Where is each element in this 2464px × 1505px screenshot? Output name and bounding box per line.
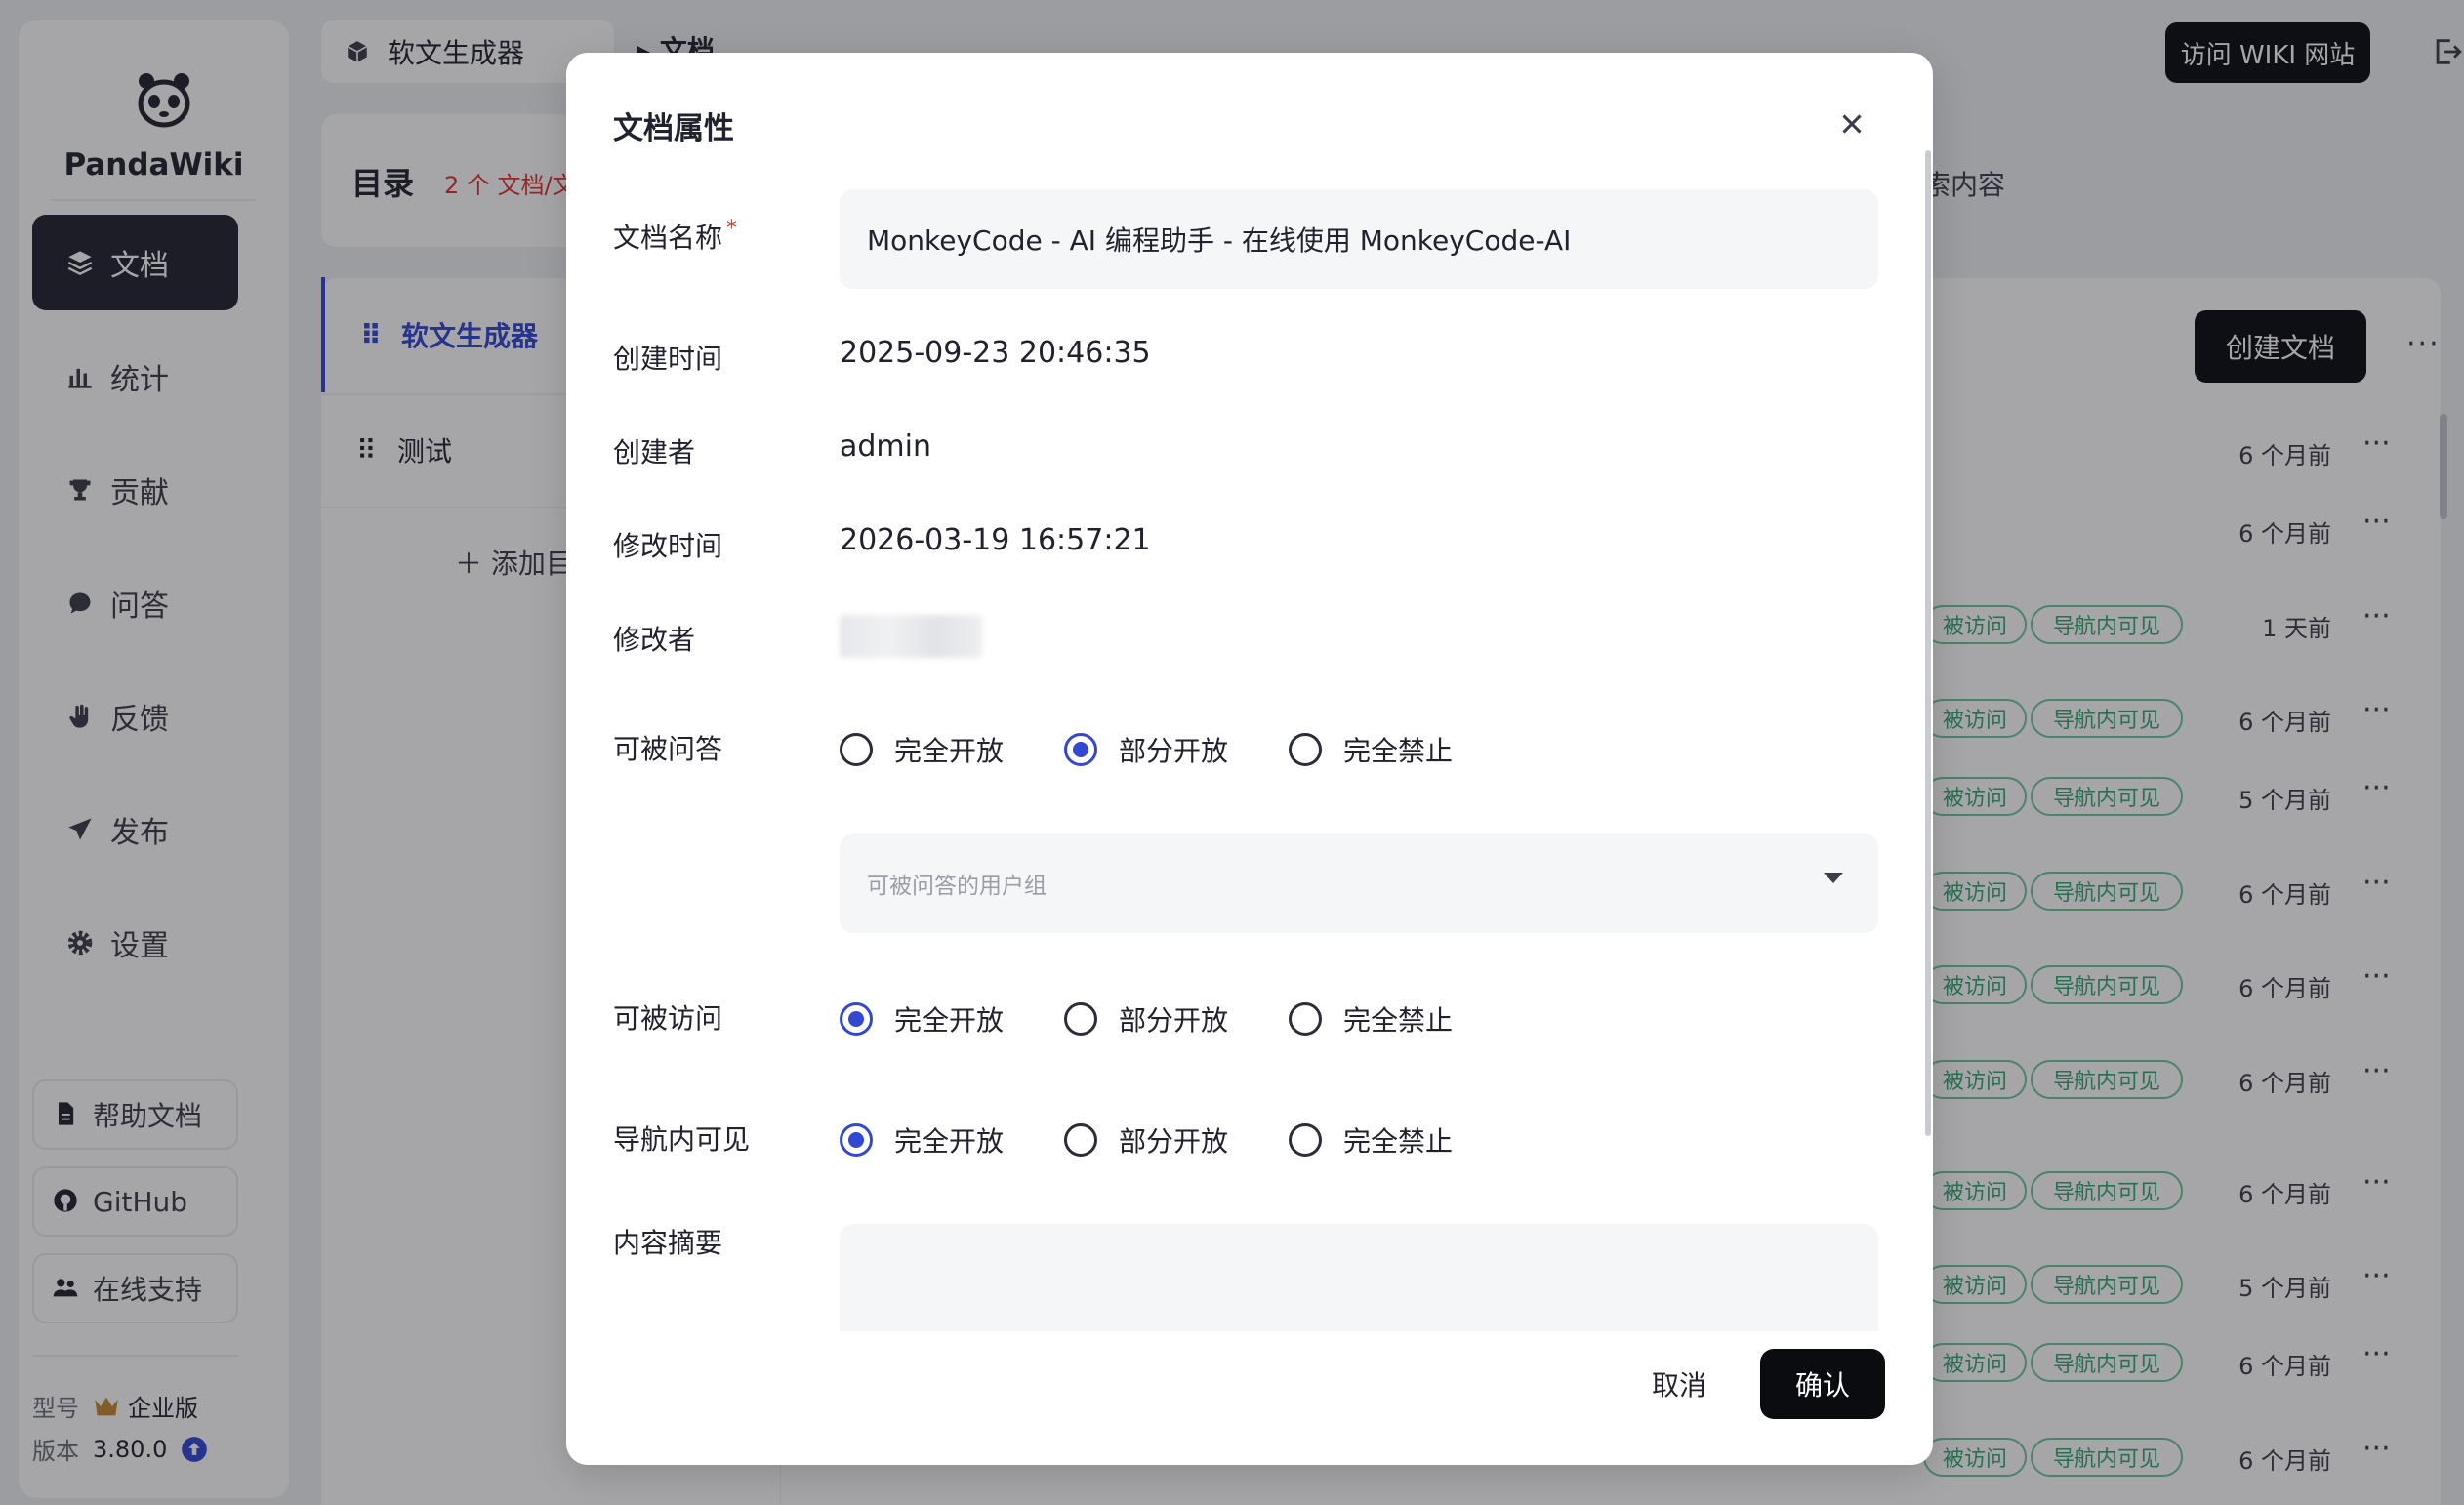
- qa-radio-group: 完全开放 部分开放 完全禁止: [840, 730, 1513, 769]
- created-value: 2025-09-23 20:46:35: [840, 336, 1151, 370]
- access-label: 可被访问: [613, 1002, 723, 1035]
- modifier-value-redacted: [840, 615, 982, 658]
- access-radio-partial[interactable]: 部分开放: [1064, 999, 1228, 1038]
- qa-radio-partial[interactable]: 部分开放: [1064, 730, 1228, 769]
- nav-radio-forbid[interactable]: 完全禁止: [1289, 1120, 1453, 1159]
- nav-radio-group: 完全开放 部分开放 完全禁止: [840, 1120, 1513, 1159]
- nav-visible-label: 导航内可见: [613, 1123, 751, 1156]
- creator-value: admin: [840, 429, 931, 464]
- dialog-title: 文档属性: [613, 111, 734, 146]
- created-label: 创建时间: [613, 343, 723, 375]
- qa-label: 可被问答: [613, 733, 723, 765]
- name-label: 文档名称 *: [613, 217, 738, 254]
- modified-value: 2026-03-19 16:57:21: [840, 523, 1151, 557]
- qa-radio-open[interactable]: 完全开放: [840, 730, 1004, 769]
- qa-radio-forbid[interactable]: 完全禁止: [1289, 730, 1453, 769]
- access-radio-group: 完全开放 部分开放 完全禁止: [840, 999, 1513, 1038]
- access-radio-forbid[interactable]: 完全禁止: [1289, 999, 1453, 1038]
- access-radio-open[interactable]: 完全开放: [840, 999, 1004, 1038]
- nav-radio-partial[interactable]: 部分开放: [1064, 1120, 1228, 1159]
- summary-textarea[interactable]: [840, 1224, 1878, 1331]
- close-icon[interactable]: [1835, 107, 1869, 141]
- document-name-input[interactable]: [840, 189, 1878, 289]
- modified-label: 修改时间: [613, 530, 723, 562]
- summary-label: 内容摘要: [613, 1227, 723, 1259]
- nav-radio-open[interactable]: 完全开放: [840, 1120, 1004, 1159]
- document-properties-dialog: 文档属性 文档名称* 创建时间 2025-09-23 20:46:35 创建者 …: [566, 53, 1933, 1465]
- dialog-scrollbar[interactable]: [1925, 150, 1931, 1136]
- modifier-label: 修改者: [613, 624, 696, 656]
- creator-label: 创建者: [613, 436, 696, 468]
- confirm-button[interactable]: 确认: [1760, 1349, 1885, 1419]
- cancel-button[interactable]: 取消: [1621, 1349, 1738, 1419]
- chevron-down-icon: [1824, 873, 1843, 883]
- qa-user-group-select[interactable]: 可被问答的用户组: [840, 834, 1878, 933]
